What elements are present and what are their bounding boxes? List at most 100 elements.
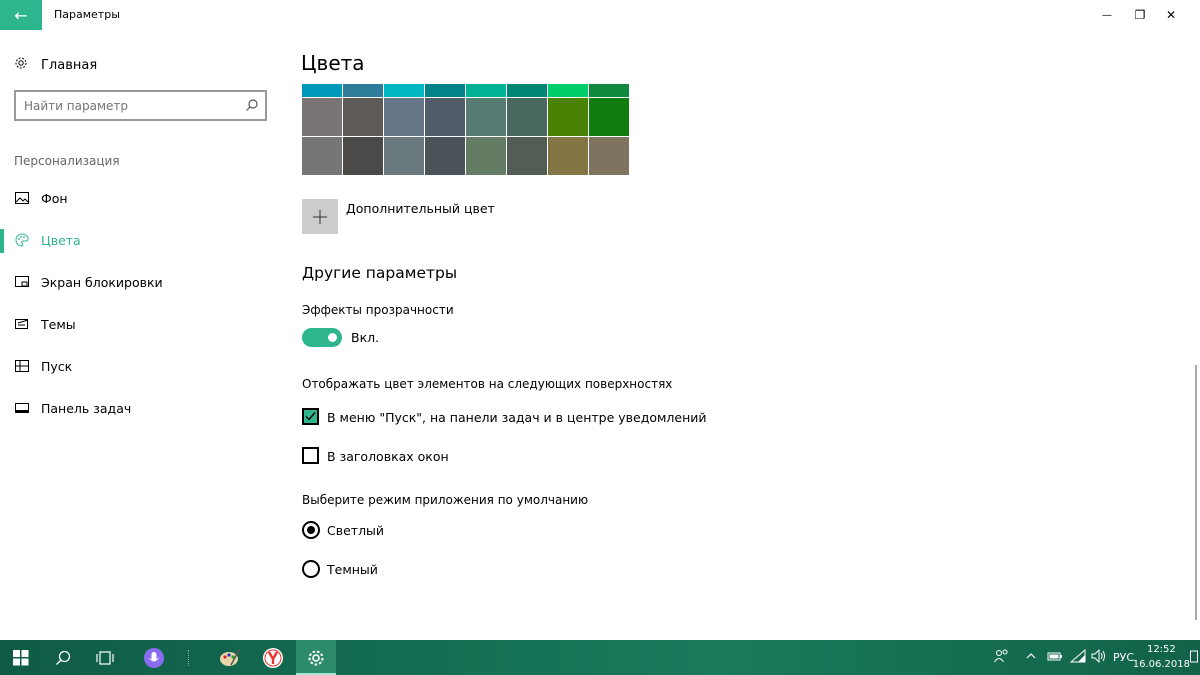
paint-palette-icon [220,649,240,666]
custom-color-button[interactable] [302,199,338,234]
home-link[interactable]: Главная [14,56,97,74]
sidebar-item-background[interactable]: Фон [14,188,68,208]
volume-icon[interactable] [1091,648,1107,666]
close-button[interactable]: ✕ [1148,0,1194,30]
sidebar-item-label: Фон [41,190,68,206]
color-swatch[interactable] [302,84,342,97]
transparency-state: Вкл. [351,330,380,345]
section-title: Персонализация [14,154,120,168]
color-swatch[interactable] [343,98,383,136]
scrollbar[interactable] [1195,365,1197,620]
alice-assistant-button[interactable] [134,640,174,675]
lock-screen-icon [14,275,30,289]
color-swatch[interactable] [425,84,465,97]
other-params-heading: Другие параметры [302,264,458,282]
sidebar-item-label: Цвета [41,232,81,248]
people-icon[interactable] [994,649,1008,666]
color-swatch[interactable] [466,98,506,136]
custom-color-label[interactable]: Дополнительный цвет [346,201,495,216]
color-swatch[interactable] [302,98,342,136]
transparency-toggle[interactable] [302,328,342,347]
search-input[interactable] [16,92,236,119]
radio-dark-mode[interactable] [302,560,320,578]
color-swatch[interactable] [589,137,629,175]
color-swatch[interactable] [466,84,506,97]
gear-icon [14,56,30,74]
sidebar-item-colors[interactable]: Цвета [14,230,81,250]
clock-date: 16.06.2018 [1132,659,1190,670]
title-bar: ← Параметры — ❐ ✕ [0,0,1200,30]
color-swatch[interactable] [507,84,547,97]
active-indicator [0,229,4,253]
sidebar-item-label: Пуск [41,358,73,374]
swatch-row-bottom [302,137,630,176]
yandex-browser-button[interactable] [253,640,293,675]
settings-app-button[interactable] [296,640,336,675]
sidebar-item-themes[interactable]: Темы [14,314,76,334]
radio-light-mode[interactable] [302,521,320,539]
notification-icon[interactable] [1190,650,1198,667]
color-swatch[interactable] [425,98,465,136]
windows-logo-icon [13,649,29,665]
color-swatch[interactable] [384,137,424,175]
window-title: Параметры [54,8,120,21]
checkbox-title-bars-label[interactable]: В заголовках окон [327,449,449,464]
color-swatch[interactable] [507,137,547,175]
chevron-up-icon[interactable] [1026,649,1036,666]
search-box[interactable] [14,90,267,121]
color-swatch[interactable] [548,98,588,136]
swatch-row-middle [302,98,630,137]
color-swatch[interactable] [384,98,424,136]
checkbox-start-taskbar[interactable] [302,408,319,425]
sidebar-item-label: Панель задач [41,400,132,416]
swatch-row-top [302,84,630,98]
color-swatch[interactable] [507,98,547,136]
color-swatch[interactable] [302,137,342,175]
color-swatch[interactable] [384,84,424,97]
battery-icon[interactable] [1047,649,1063,666]
color-swatch[interactable] [589,84,629,97]
home-label: Главная [41,57,98,73]
back-button[interactable]: ← [0,0,42,30]
start-icon [14,359,30,373]
color-swatch[interactable] [548,137,588,175]
image-icon [14,191,30,205]
search-icon [56,650,71,665]
sidebar-item-lock-screen[interactable]: Экран блокировки [14,272,163,292]
task-view-button[interactable] [85,640,125,675]
yandex-browser-icon [263,647,283,668]
color-swatch[interactable] [466,137,506,175]
plus-icon [313,209,327,224]
color-swatch[interactable] [589,98,629,136]
wifi-icon[interactable] [1069,648,1086,666]
palette-icon [14,233,30,247]
sidebar-item-start[interactable]: Пуск [14,356,72,376]
surfaces-label: Отображать цвет элементов на следующих п… [302,377,673,391]
color-swatch[interactable] [425,137,465,175]
sidebar-item-taskbar[interactable]: Панель задач [14,398,131,418]
paint-app-button[interactable] [210,640,250,675]
page-title: Цвета [301,51,365,75]
sidebar-item-label: Темы [41,316,76,332]
themes-icon [14,317,30,331]
color-swatch[interactable] [343,84,383,97]
start-button[interactable] [1,640,41,675]
task-view-icon [96,650,114,665]
taskbar: РУС 12:52 16.06.2018 [0,640,1200,675]
taskbar-separator [188,650,189,666]
taskbar-icon [14,401,30,415]
search-icon[interactable] [245,97,259,111]
checkbox-start-taskbar-label[interactable]: В меню "Пуск", на панели задач и в центр… [327,410,707,425]
radio-dark-label[interactable]: Темный [327,562,378,577]
color-swatch[interactable] [343,137,383,175]
transparency-label: Эффекты прозрачности [302,303,454,317]
language-indicator[interactable]: РУС [1113,651,1134,664]
radio-light-label[interactable]: Светлый [327,523,384,538]
search-taskbar-button[interactable] [43,640,83,675]
accent-color-grid [302,84,630,176]
checkbox-title-bars[interactable] [302,447,319,464]
restore-icon: ❐ [1134,8,1146,22]
color-swatch[interactable] [548,84,588,97]
app-mode-label: Выберите режим приложения по умолчанию [302,493,589,507]
clock[interactable]: 12:52 16.06.2018 [1133,642,1190,672]
